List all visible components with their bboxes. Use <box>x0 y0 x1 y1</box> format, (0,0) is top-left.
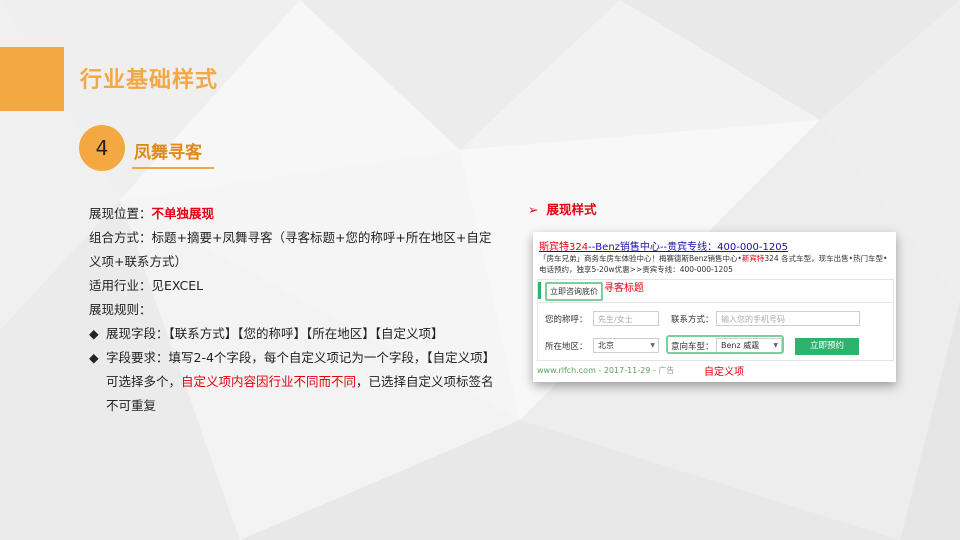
rules-label: 展现规则： <box>89 302 152 317</box>
form-divider <box>538 302 893 303</box>
lead-title-annotation: 寻客标题 <box>604 283 644 294</box>
position-line: 展现位置：不单独展现 <box>89 206 215 221</box>
ad-preview-card: 斯宾特324--Benz销售中心--贵宾专线：400-000-1205 「房车兄… <box>533 232 896 382</box>
rule-item: ◆ 字段要求：填写2-4个字段，每个自定义项记为一个字段，【自定义项】 <box>89 346 529 370</box>
form-accent-bar <box>538 282 541 299</box>
preview-heading: ➢ 展现样式 <box>528 202 597 217</box>
ad-label: 广告 <box>658 366 675 375</box>
combo-line-cont: 义项+联系方式） <box>89 254 187 269</box>
display-url[interactable]: www.rlfch.com - 2017-11-29 - <box>537 366 658 375</box>
region-label: 所在地区： <box>545 342 588 352</box>
ad-title-link[interactable]: 斯宾特324--Benz销售中心--贵宾专线：400-000-1205 <box>539 238 788 253</box>
contact-label: 联系方式： <box>671 315 714 325</box>
book-now-button[interactable]: 立即预约 <box>795 338 859 355</box>
accent-bar <box>0 47 64 111</box>
phone-input[interactable]: 输入您的手机号码 <box>716 311 860 326</box>
region-select[interactable]: 北京 ▼ <box>593 338 659 353</box>
custom-field-annotation: 自定义项 <box>704 367 744 378</box>
chevron-down-icon: ▼ <box>650 342 655 349</box>
slide-title: 行业基础样式 <box>80 68 219 93</box>
section-title: 凤舞寻客 <box>134 143 202 163</box>
rule-item: ◆ 展现字段：【联系方式】【您的称呼】【所在地区】【自定义项】 <box>89 322 529 346</box>
rule-item-cont: 可选择多个，自定义项内容因行业不同而不同，已选择自定义项标签名 <box>106 374 494 389</box>
section-title-underline <box>132 167 214 169</box>
description-text: 展现位置：不单独展现 组合方式：标题+摘要+凤舞寻客（寻客标题+您的称呼+所在地… <box>89 202 529 418</box>
section-number-badge: 4 <box>79 125 125 171</box>
custom-field-highlight <box>666 335 784 354</box>
arrow-bullet-icon: ➢ <box>528 202 539 217</box>
combo-line: 组合方式：标题+摘要+凤舞寻客（寻客标题+您的称呼+所在地区+自定 <box>89 230 492 245</box>
industry-line: 适用行业：见EXCEL <box>89 278 204 293</box>
name-label: 您的称呼： <box>545 315 588 325</box>
ad-footer: www.rlfch.com - 2017-11-29 - 广告 <box>537 365 674 376</box>
name-input[interactable]: 先生/女士 <box>593 311 659 326</box>
rule-item-cont: 不可重复 <box>106 398 157 413</box>
diamond-bullet-icon: ◆ <box>89 350 99 365</box>
lead-title-tag[interactable]: 立即咨询底价 <box>545 282 603 301</box>
ad-description: 「房车兄弟」商务车房车体验中心！梅赛德斯Benz销售中心•斯宾特324 各式车型… <box>539 254 888 274</box>
diamond-bullet-icon: ◆ <box>89 326 99 341</box>
section-number: 4 <box>95 136 109 160</box>
position-value: 不单独展现 <box>151 206 215 221</box>
